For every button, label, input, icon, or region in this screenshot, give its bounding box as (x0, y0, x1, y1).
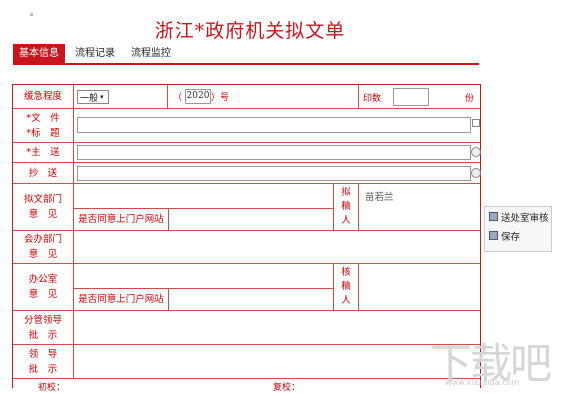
cc-row: 抄 送 (13, 163, 481, 184)
tab-underline (13, 63, 479, 65)
top-leader-label: 领 导 批 示 (13, 345, 74, 378)
co-dept-row: 会办部门 意 见 (13, 231, 480, 264)
main-send-row: *主 送 (13, 143, 481, 163)
cc-label: 抄 送 (13, 163, 74, 183)
tab-basic-info[interactable]: 基本信息 (13, 44, 65, 63)
address-book-icon[interactable] (471, 168, 481, 178)
doc-title-input[interactable] (77, 117, 471, 133)
top-leader-row: 领 导 批 示 (13, 345, 480, 379)
drafter-name: 苗若兰 (365, 192, 394, 203)
doc-title-row: *文 件 *标 题 (13, 109, 480, 143)
send-icon (489, 212, 498, 221)
main-send-label: *主 送 (13, 143, 74, 162)
reviewer-label: 核 稿 人 (334, 264, 359, 310)
leader-row: 分管领导 批 示 (13, 311, 480, 345)
checkbox-icon[interactable] (472, 119, 480, 127)
copies-label: 印数 (363, 94, 382, 104)
copies-unit: 份 (465, 94, 475, 104)
drafting-dept-row: 拟文部门 意 见 是否同意上门户网站 拟 稿 人 苗若兰 (13, 184, 480, 231)
office-row: 办公室 意 见 是否同意上门户网站 核 稿 人 (13, 264, 480, 311)
main-send-input[interactable] (77, 145, 471, 160)
save-icon (489, 231, 498, 240)
tab-bar: 基本信息 流程记录 流程监控 (13, 44, 181, 63)
side-action-panel: 送处室审核 保存 (484, 206, 552, 252)
cc-input[interactable] (77, 166, 471, 181)
leader-label: 分管领导 批 示 (13, 311, 74, 344)
send-for-review-button[interactable]: 送处室审核 (485, 207, 551, 226)
copies-input[interactable] (393, 88, 429, 106)
drafter-label: 拟 稿 人 (334, 184, 359, 230)
page-title: 浙江*政府机关拟文单 (154, 20, 346, 42)
urgency-row: 缓急程度 一般 ▾ （ 2020 ）号 印数 份 (13, 85, 480, 109)
co-dept-label: 会办部门 意 见 (13, 231, 74, 263)
doc-title-label: *文 件 *标 题 (13, 109, 74, 142)
address-book-icon[interactable] (471, 147, 481, 157)
watermark-url: www.xiazaiba.com (445, 378, 520, 387)
tab-process-record[interactable]: 流程记录 (69, 44, 121, 63)
draft-form: 缓急程度 一般 ▾ （ 2020 ）号 印数 份 *文 件 *标 题 *主 送 … (12, 84, 481, 393)
save-button[interactable]: 保存 (485, 226, 551, 245)
tab-process-monitor[interactable]: 流程监控 (125, 44, 177, 63)
